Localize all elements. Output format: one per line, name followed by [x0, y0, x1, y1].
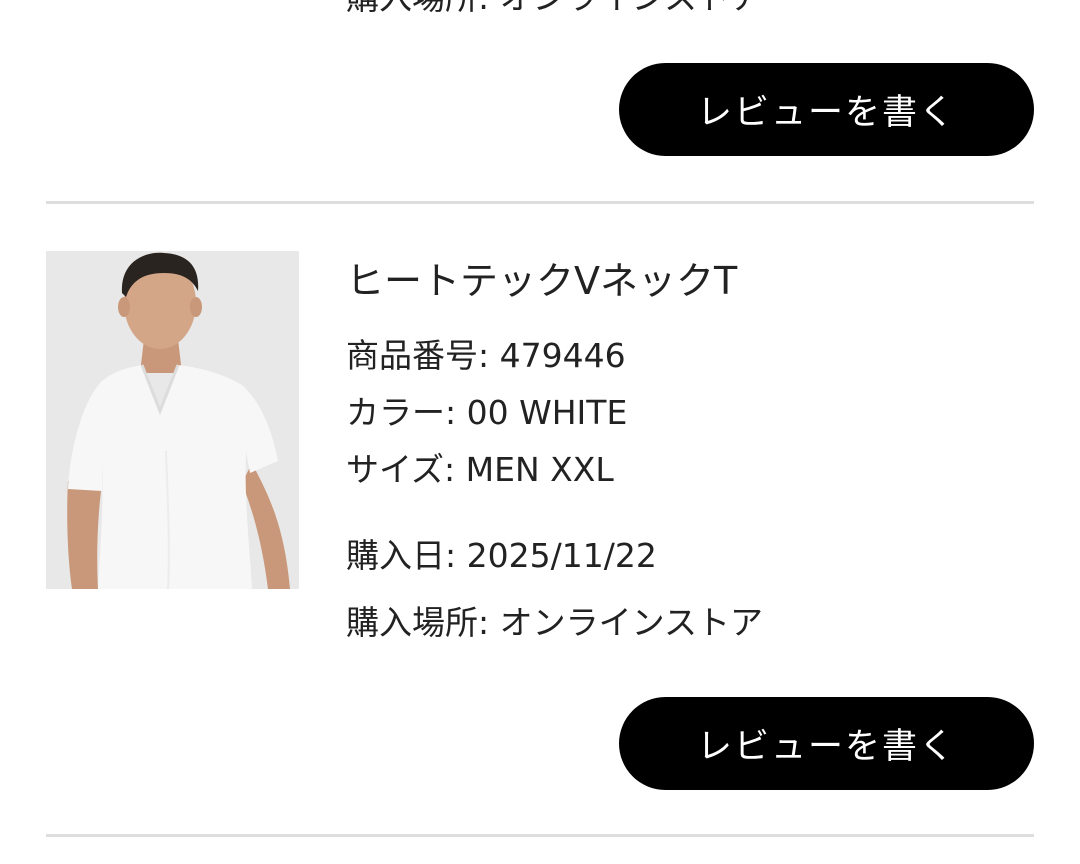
purchase-place-value: オンラインストア [499, 603, 763, 642]
product-number-label: 商品番号: [346, 336, 490, 375]
purchase-date: 購入日: 2025/11/22 [346, 536, 657, 576]
product-color: カラー: 00 WHITE [346, 393, 627, 433]
size-value: MEN XXL [465, 450, 614, 489]
color-label: カラー: [346, 393, 457, 432]
product-image[interactable] [46, 251, 299, 589]
product-number-value: 479446 [499, 336, 626, 375]
write-review-button[interactable]: レビューを書く [619, 63, 1034, 156]
item-divider [46, 834, 1034, 837]
purchase-place: 購入場所: オンラインストア [346, 603, 763, 643]
product-name[interactable]: ヒートテックVネックT [346, 258, 737, 304]
product-number: 商品番号: 479446 [346, 336, 626, 376]
product-size: サイズ: MEN XXL [346, 450, 614, 490]
model-wearing-white-tshirt [46, 251, 299, 589]
color-value: 00 WHITE [466, 393, 628, 432]
purchase-date-value: 2025/11/22 [466, 536, 657, 575]
item-divider [46, 201, 1034, 204]
purchase-date-label: 購入日: [346, 536, 457, 575]
previous-item-purchase-place: 購入場所: オンラインストア [346, 0, 763, 18]
purchase-place-label: 購入場所: [346, 603, 490, 642]
write-review-button[interactable]: レビューを書く [619, 697, 1034, 790]
size-label: サイズ: [346, 450, 456, 489]
